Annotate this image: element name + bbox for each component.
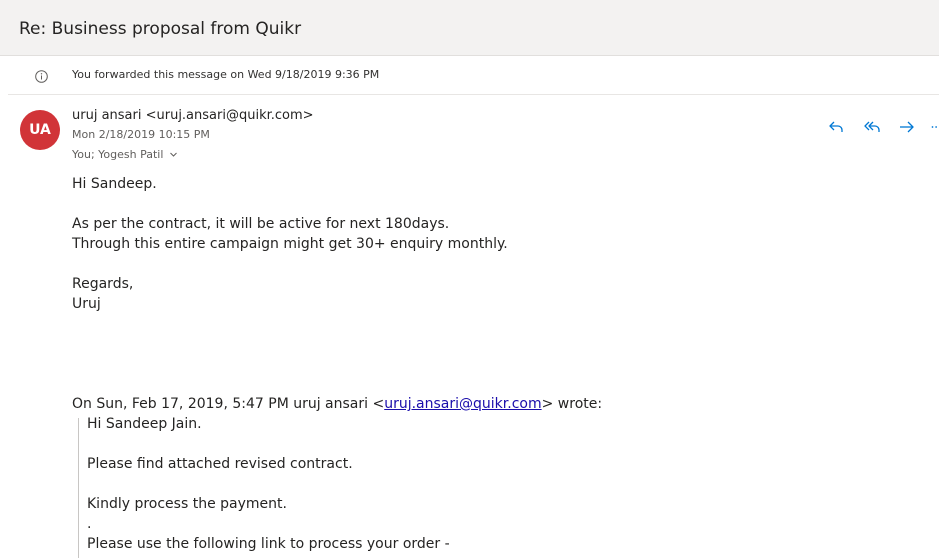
reply-icon[interactable]: [822, 114, 850, 140]
reply-all-icon[interactable]: [858, 114, 886, 140]
quote-line: Please find attached revised contract.: [87, 456, 353, 472]
quote-email-link[interactable]: uruj.ansari@quikr.com: [384, 396, 541, 412]
more-icon[interactable]: [926, 114, 939, 140]
email-subject: Re: Business proposal from Quikr: [19, 19, 302, 39]
recipients-text: You; Yogesh Patil: [72, 148, 164, 161]
forwarded-info-text: You forwarded this message on Wed 9/18/2…: [72, 68, 380, 81]
quote-header: On Sun, Feb 17, 2019, 5:47 PM uruj ansar…: [72, 396, 602, 412]
body-line: As per the contract, it will be active f…: [72, 216, 450, 232]
quote-line: Please use the following link to process…: [87, 536, 450, 552]
avatar[interactable]: UA: [20, 110, 60, 150]
quote-line: .: [87, 516, 92, 532]
quote-header-prefix: On Sun, Feb 17, 2019, 5:47 PM uruj ansar…: [72, 396, 385, 412]
body-signature: Uruj: [72, 296, 101, 312]
quote-bar: [78, 418, 79, 558]
quote-line: Hi Sandeep Jain.: [87, 416, 202, 432]
body-greeting: Hi Sandeep.: [72, 176, 157, 192]
forward-icon[interactable]: [893, 114, 921, 140]
quote-header-suffix: > wrote:: [541, 396, 603, 412]
chevron-down-icon[interactable]: [169, 149, 178, 162]
sender-name[interactable]: uruj ansari <uruj.ansari@quikr.com>: [72, 108, 314, 123]
body-line: Through this entire campaign might get 3…: [72, 236, 508, 252]
subject-bar: Re: Business proposal from Quikr: [0, 0, 939, 56]
message-date: Mon 2/18/2019 10:15 PM: [72, 128, 210, 141]
forwarded-info-bar: You forwarded this message on Wed 9/18/2…: [8, 57, 939, 95]
quote-line: Kindly process the payment.: [87, 496, 287, 512]
recipients[interactable]: You; Yogesh Patil: [72, 148, 178, 162]
body-regards: Regards,: [72, 276, 134, 292]
info-icon: [35, 68, 48, 83]
